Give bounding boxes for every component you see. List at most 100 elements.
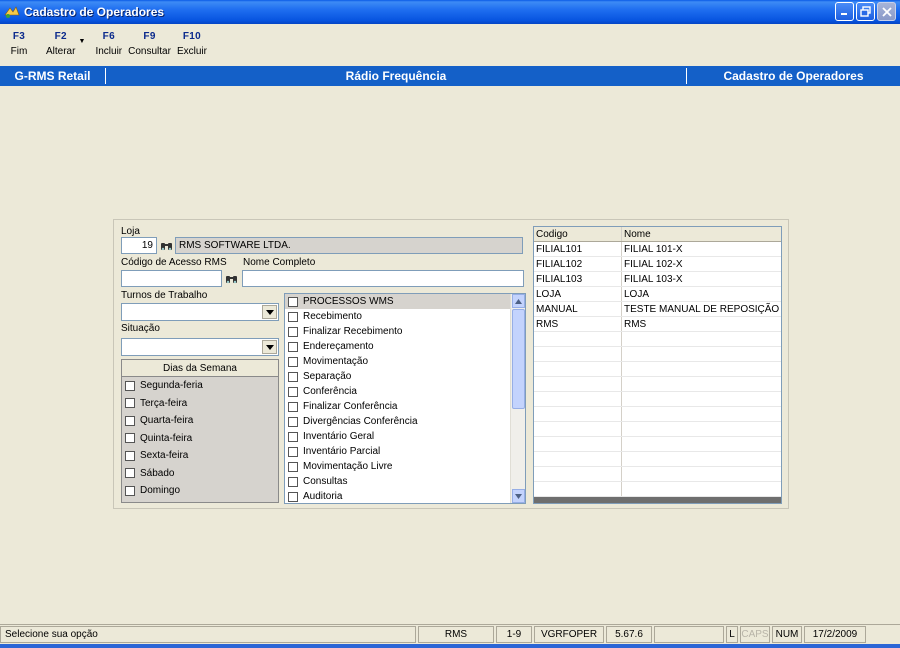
checkbox-icon[interactable] xyxy=(288,311,298,322)
checkbox-icon[interactable] xyxy=(125,415,135,426)
processos-list[interactable]: PROCESSOS WMS Recebimento Finalizar Rece… xyxy=(284,293,526,504)
situacao-select[interactable] xyxy=(121,338,279,356)
loja-code-field[interactable]: 19 xyxy=(121,237,157,254)
process-item[interactable]: Recebimento xyxy=(285,309,525,324)
checkbox-icon[interactable] xyxy=(288,446,298,457)
empty-row xyxy=(534,377,781,392)
process-item[interactable]: Conferência xyxy=(285,384,525,399)
checkbox-icon[interactable] xyxy=(288,476,298,487)
process-label: Consultas xyxy=(303,476,348,487)
function-toolbar: F3 Fim F2 Alterar ▼ F6 Incluir F9 Consul… xyxy=(0,24,900,65)
day-checkbox[interactable]: Sexta-feira xyxy=(122,447,278,465)
process-item[interactable]: Finalizar Recebimento xyxy=(285,324,525,339)
process-label: Movimentação xyxy=(303,356,369,367)
toolbar-button-fim[interactable]: F3 Fim xyxy=(6,24,32,65)
day-checkbox[interactable]: Quinta-feira xyxy=(122,430,278,448)
toolbar-label: Alterar xyxy=(46,46,76,57)
checkbox-icon[interactable] xyxy=(288,491,298,502)
status-empty xyxy=(654,626,724,643)
codigo-label: Código de Acesso RMS xyxy=(121,257,227,268)
vertical-scrollbar[interactable] xyxy=(510,294,525,503)
checkbox-icon[interactable] xyxy=(288,326,298,337)
status-range: 1-9 xyxy=(496,626,532,643)
scroll-down-icon[interactable] xyxy=(512,489,525,503)
table-row[interactable]: RMS RMS xyxy=(534,317,781,332)
checkbox-icon[interactable] xyxy=(288,356,298,367)
binoculars-icon[interactable] xyxy=(224,272,238,286)
header-center: Rádio Frequência xyxy=(345,69,447,83)
day-label: Domingo xyxy=(140,485,181,497)
checkbox-icon[interactable] xyxy=(288,386,298,397)
checkbox-icon[interactable] xyxy=(125,450,135,461)
day-label: Sábado xyxy=(140,467,175,479)
checkbox-icon[interactable] xyxy=(125,380,135,391)
process-item[interactable]: Endereçamento xyxy=(285,339,525,354)
checkbox-icon[interactable] xyxy=(288,416,298,427)
nome-completo-input[interactable] xyxy=(242,270,524,287)
checkbox-icon[interactable] xyxy=(125,433,135,444)
process-item[interactable]: Finalizar Conferência xyxy=(285,399,525,414)
lojas-grid[interactable]: Codigo Nome FILIAL101 FILIAL 101-X FILIAL… xyxy=(533,226,782,504)
table-row[interactable]: FILIAL102 FILIAL 102-X xyxy=(534,257,781,272)
codigo-acesso-input[interactable] xyxy=(121,270,222,287)
scroll-up-icon[interactable] xyxy=(512,294,525,308)
checkbox-icon[interactable] xyxy=(288,341,298,352)
cell-codigo: MANUAL xyxy=(534,302,622,316)
day-checkbox[interactable]: Segunda-feria xyxy=(122,377,278,395)
checkbox-icon[interactable] xyxy=(288,401,298,412)
checkbox-icon[interactable] xyxy=(288,431,298,442)
table-row[interactable]: LOJA LOJA xyxy=(534,287,781,302)
header-right: Cadastro de Operadores xyxy=(723,69,864,83)
day-checkbox[interactable]: Terça-feira xyxy=(122,395,278,413)
day-checkbox[interactable]: Quarta-feira xyxy=(122,412,278,430)
binoculars-icon[interactable] xyxy=(159,239,173,253)
day-checkbox[interactable]: Domingo xyxy=(122,482,278,500)
toolbar-button-consultar[interactable]: F9 Consultar xyxy=(128,24,171,65)
checkbox-icon[interactable] xyxy=(125,485,135,496)
close-button[interactable] xyxy=(877,2,896,21)
process-item[interactable]: Separação xyxy=(285,369,525,384)
scroll-thumb[interactable] xyxy=(512,309,525,409)
table-row[interactable]: FILIAL103 FILIAL 103-X xyxy=(534,272,781,287)
grid-footer-bar xyxy=(534,497,781,503)
empty-row xyxy=(534,437,781,452)
process-label: Auditoria xyxy=(303,491,343,502)
process-item[interactable]: Movimentação Livre xyxy=(285,459,525,474)
dropdown-caret-icon[interactable]: ▼ xyxy=(79,38,86,45)
toolbar-button-incluir[interactable]: F6 Incluir xyxy=(95,24,122,65)
turnos-select[interactable] xyxy=(121,303,279,321)
column-header-codigo[interactable]: Codigo xyxy=(534,227,622,241)
title-bar[interactable]: Cadastro de Operadores xyxy=(0,0,900,24)
process-item[interactable]: PROCESSOS WMS xyxy=(285,294,525,309)
process-item[interactable]: Divergências Conferência xyxy=(285,414,525,429)
checkbox-icon[interactable] xyxy=(288,371,298,382)
checkbox-icon[interactable] xyxy=(125,398,135,409)
process-item[interactable]: Inventário Parcial xyxy=(285,444,525,459)
checkbox-icon[interactable] xyxy=(125,468,135,479)
toolbar-button-alterar[interactable]: F2 Alterar ▼ xyxy=(46,24,85,65)
chevron-down-icon[interactable] xyxy=(262,340,277,354)
table-row[interactable]: MANUALTESTE MANUAL DE REPOSIÇÃO 200 xyxy=(534,302,781,317)
column-header-nome[interactable]: Nome xyxy=(622,227,781,241)
cell-nome: FILIAL 103-X xyxy=(624,273,683,285)
cell-codigo: RMS xyxy=(534,317,622,331)
checkbox-icon[interactable] xyxy=(288,461,298,472)
process-item[interactable]: Movimentação xyxy=(285,354,525,369)
process-label: Conferência xyxy=(303,386,357,397)
table-row[interactable]: FILIAL101 FILIAL 101-X xyxy=(534,242,781,257)
cell-nome: FILIAL 102-X xyxy=(624,258,683,270)
header-strip: G-RMS Retail Rádio Frequência Cadastro d… xyxy=(0,66,900,86)
empty-row xyxy=(534,422,781,437)
chevron-down-icon[interactable] xyxy=(262,305,277,319)
checkbox-icon[interactable] xyxy=(288,296,298,307)
window-title: Cadastro de Operadores xyxy=(24,5,165,19)
process-item[interactable]: Consultas xyxy=(285,474,525,489)
process-item[interactable]: Inventário Geral xyxy=(285,429,525,444)
day-label: Terça-feira xyxy=(140,397,188,409)
toolbar-button-excluir[interactable]: F10 Excluir xyxy=(177,24,207,65)
process-item[interactable]: Auditoria xyxy=(285,489,525,503)
dias-semana-box: Dias da Semana Segunda-feria Terça-feira… xyxy=(121,359,279,503)
day-checkbox[interactable]: Sábado xyxy=(122,465,278,483)
restore-button[interactable] xyxy=(856,2,875,21)
minimize-button[interactable] xyxy=(835,2,854,21)
